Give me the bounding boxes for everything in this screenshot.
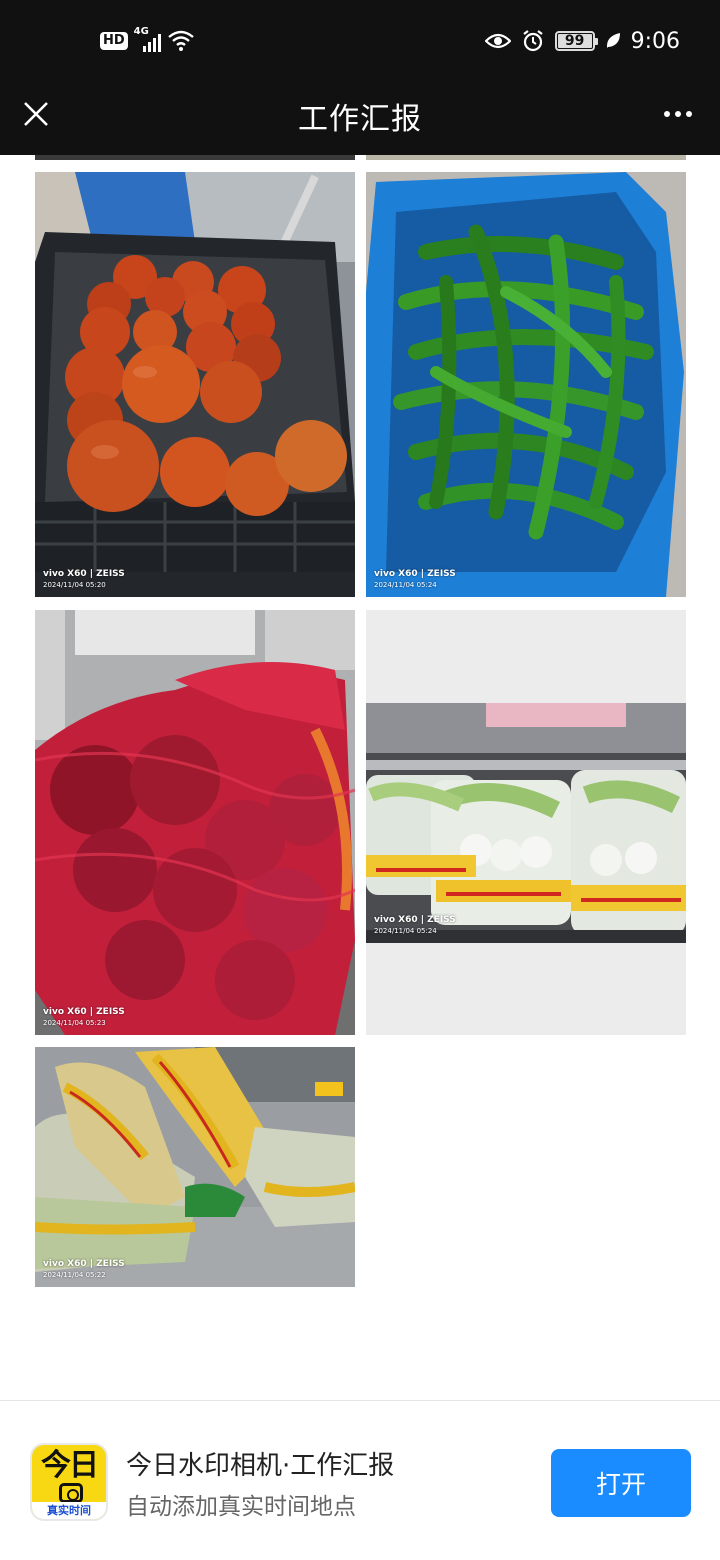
watermark-date: 2024/11/04 05:23 [43, 1019, 106, 1027]
camera-icon [59, 1483, 83, 1503]
photo-watermark: vivo X60 | ZEISS 2024/11/04 05:24 [374, 569, 456, 591]
watermark-brand: vivo X60 | ZEISS [374, 915, 456, 925]
photo-tomatoes[interactable]: vivo X60 | ZEISS 2024/11/04 05:20 [35, 172, 355, 597]
app-description: 自动添加真实时间地点 [126, 1494, 356, 1520]
photo-partial-right[interactable] [366, 155, 686, 160]
status-left: HD 4G [100, 26, 196, 56]
open-button[interactable]: 打开 [551, 1449, 691, 1517]
status-bar: HD 4G 99 9:06 [0, 0, 720, 80]
page-title: 工作汇报 [298, 102, 422, 137]
photo-watermark: vivo X60 | ZEISS 2024/11/04 05:20 [43, 569, 125, 591]
status-right: 99 9:06 [484, 24, 680, 58]
photo-green-peppers[interactable]: vivo X60 | ZEISS 2024/11/04 05:24 [366, 172, 686, 597]
app-icon[interactable]: 今日 真实时间 [30, 1443, 108, 1521]
status-time: 9:06 [630, 28, 680, 54]
watermark-brand: vivo X60 | ZEISS [43, 1007, 125, 1017]
network-type: 4G [133, 26, 149, 37]
photo-bagged-vegetables[interactable]: vivo X60 | ZEISS 2024/11/04 05:22 [35, 1047, 355, 1287]
watermark-date: 2024/11/04 05:24 [374, 927, 437, 935]
nav-bar: 工作汇报 [0, 80, 720, 155]
watermark-date: 2024/11/04 05:24 [374, 581, 437, 589]
watermark-brand: vivo X60 | ZEISS [374, 569, 456, 579]
app-promo-banner[interactable]: 今日 真实时间 今日水印相机·工作汇报 自动添加真实时间地点 打开 [0, 1400, 720, 1560]
app-icon-subtext: 真实时间 [32, 1502, 106, 1519]
photo-grid: vivo X60 | ZEISS 2024/11/04 05:20 vivo X… [0, 155, 720, 1400]
hd-icon: HD [100, 32, 128, 50]
watermark-date: 2024/11/04 05:20 [43, 581, 106, 589]
photo-red-onions[interactable]: vivo X60 | ZEISS 2024/11/04 05:23 [35, 610, 355, 1035]
leaf-icon [605, 32, 621, 50]
more-icon[interactable] [656, 92, 700, 136]
photo-watermark: vivo X60 | ZEISS 2024/11/04 05:24 [374, 915, 456, 937]
app-name: 今日水印相机·工作汇报 [126, 1451, 395, 1481]
watermark-date: 2024/11/04 05:22 [43, 1271, 106, 1279]
photo-partial-left[interactable] [35, 155, 355, 160]
signal-icon: 4G [133, 26, 161, 54]
photo-watermark: vivo X60 | ZEISS 2024/11/04 05:22 [43, 1259, 125, 1281]
wifi-icon [166, 28, 196, 54]
watermark-brand: vivo X60 | ZEISS [43, 569, 125, 579]
battery-icon: 99 [554, 31, 598, 51]
photo-watermark: vivo X60 | ZEISS 2024/11/04 05:23 [43, 1007, 125, 1029]
photo-bok-choy[interactable]: vivo X60 | ZEISS 2024/11/04 05:24 [366, 610, 686, 1035]
alarm-icon [521, 29, 545, 53]
eye-icon [484, 31, 511, 51]
watermark-brand: vivo X60 | ZEISS [43, 1259, 125, 1269]
battery-level: 99 [557, 34, 592, 48]
app-icon-text: 今日 [41, 1448, 99, 1483]
